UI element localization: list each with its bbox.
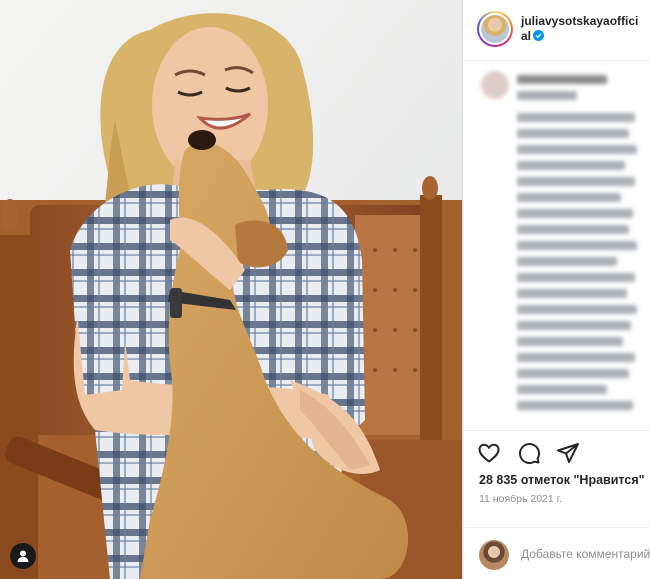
username-link[interactable]: juliavysotskayaofficial xyxy=(521,14,645,44)
tagged-users-button[interactable] xyxy=(10,543,36,569)
comments-area xyxy=(463,61,650,429)
verified-badge-icon xyxy=(533,30,545,41)
post-actions: 28 835 отметок "Нравится" 11 ноябрь 2021… xyxy=(463,430,650,579)
add-comment-bar: Добавьте комментарий... xyxy=(463,527,650,579)
heart-icon[interactable] xyxy=(477,441,501,465)
likes-count[interactable]: 28 835 отметок "Нравится" xyxy=(479,473,645,487)
post-header: juliavysotskayaofficial xyxy=(463,0,650,61)
comment-input[interactable]: Добавьте комментарий... xyxy=(521,547,650,561)
post-photo[interactable] xyxy=(0,0,462,579)
user-icon xyxy=(17,550,29,562)
photo-woman-with-dog xyxy=(0,0,462,579)
post-sidebar: juliavysotskayaofficial 28 835 отметок "… xyxy=(463,0,650,579)
paper-plane-icon[interactable] xyxy=(556,441,580,465)
commenter-avatar xyxy=(481,71,509,99)
current-user-avatar xyxy=(479,540,509,570)
speech-bubble-icon[interactable] xyxy=(517,441,541,465)
profile-avatar[interactable] xyxy=(477,11,513,47)
post-date[interactable]: 11 ноябрь 2021 г. xyxy=(479,493,562,505)
